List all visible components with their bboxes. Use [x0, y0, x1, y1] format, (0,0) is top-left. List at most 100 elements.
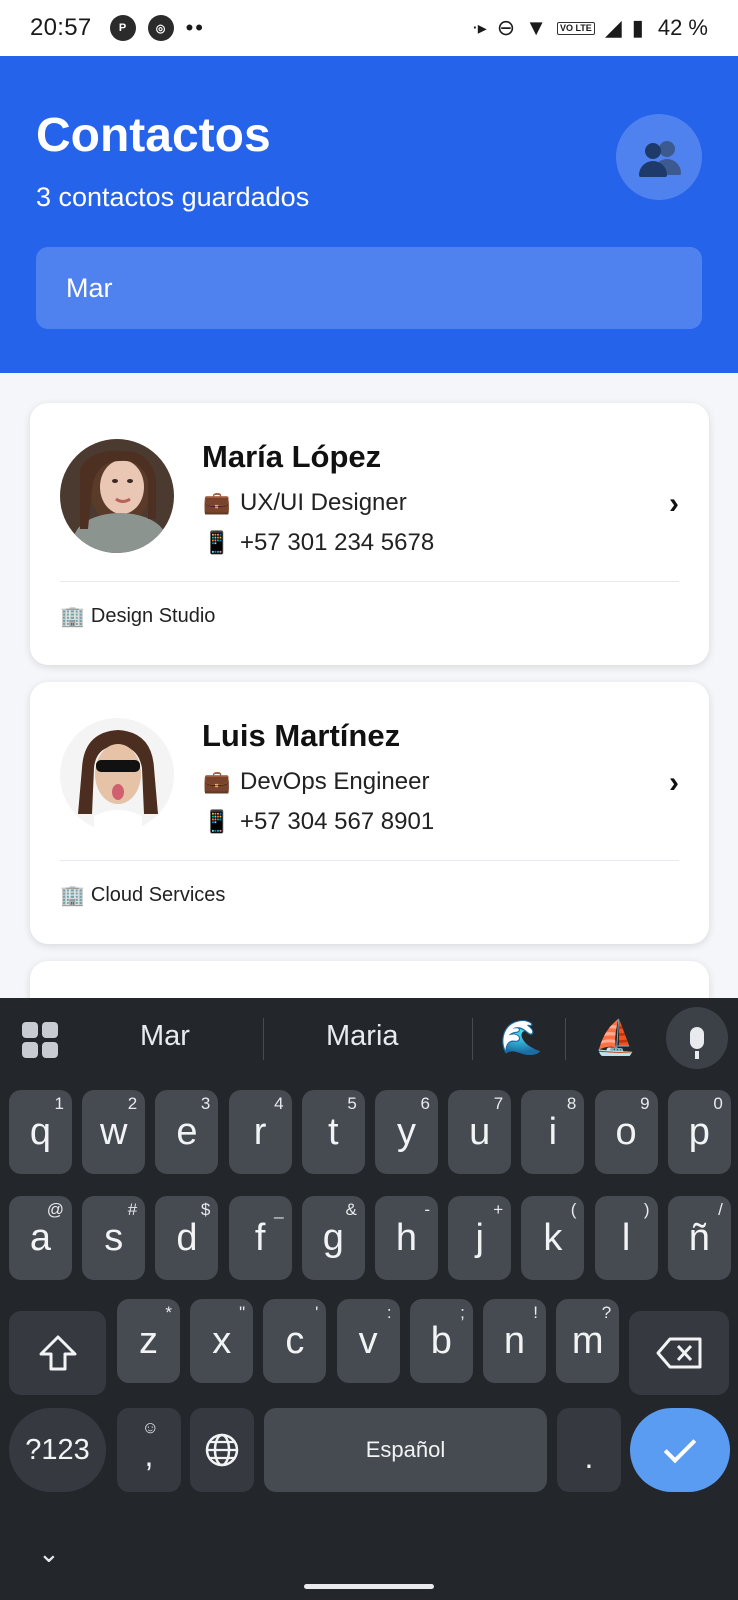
symbols-key[interactable]: ?123	[9, 1408, 106, 1492]
key-m[interactable]: m?	[556, 1299, 620, 1383]
key-c[interactable]: c '	[263, 1299, 327, 1383]
key-d[interactable]: d $	[155, 1196, 219, 1280]
key-y[interactable]: y6	[375, 1090, 438, 1174]
app-p-icon: P	[109, 15, 136, 41]
search-input[interactable]	[36, 247, 702, 329]
key-x[interactable]: x "	[190, 1299, 254, 1383]
key-q[interactable]: q1	[9, 1090, 72, 1174]
key-a[interactable]: a @	[9, 1196, 72, 1280]
key-f[interactable]: f _	[228, 1196, 292, 1280]
app-circle-icon: ◎	[147, 15, 174, 41]
key-e[interactable]: e3	[155, 1090, 219, 1174]
contact-phone-row: 📱 +57 301 234 5678	[202, 529, 434, 557]
contact-company: Cloud Services	[90, 884, 226, 906]
shift-key[interactable]	[9, 1311, 106, 1395]
soft-keyboard: Mar Maria 🌊 ⛵ q1w2e3r4t5y6u7i8o9p0 a @ s # d…	[0, 998, 738, 1600]
key-letter: b	[430, 1319, 452, 1362]
gesture-nav-bar[interactable]	[304, 1584, 434, 1589]
key-h[interactable]: h-	[375, 1196, 438, 1280]
key-i[interactable]: i8	[521, 1090, 585, 1174]
key-letter: j	[475, 1216, 484, 1259]
contact-avatar	[60, 718, 174, 832]
key-letter: c	[285, 1319, 305, 1362]
period-label: .	[584, 1438, 594, 1475]
key-hint: ;	[460, 1303, 465, 1322]
key-k[interactable]: k(	[521, 1196, 585, 1280]
key-u[interactable]: u7	[448, 1090, 512, 1174]
check-icon	[663, 1430, 697, 1464]
key-letter: p	[688, 1110, 710, 1153]
key-hint: !	[533, 1303, 538, 1322]
key-o[interactable]: o9	[594, 1090, 658, 1174]
building-icon: 🏢	[60, 885, 85, 907]
key-hint: 0	[713, 1094, 723, 1113]
key-hint: 2	[127, 1094, 138, 1113]
key-z[interactable]: z *	[117, 1299, 180, 1383]
briefcase-icon: 💼	[203, 769, 231, 794]
vibrate-icon: ⋅▸	[471, 17, 487, 38]
key-letter: i	[548, 1110, 558, 1153]
key-p[interactable]: p0	[667, 1090, 731, 1174]
key-r[interactable]: r4	[228, 1090, 292, 1174]
signal-icon: ◢	[604, 15, 622, 40]
chevron-right-icon[interactable]: ›	[669, 766, 679, 800]
sailboat-emoji-suggestion[interactable]: ⛵	[594, 1018, 636, 1058]
card-divider	[60, 581, 679, 582]
volte-icon: VO LTE	[556, 21, 595, 35]
key-hint: 5	[347, 1094, 357, 1113]
contact-card[interactable]: María López 💼 UX/UI Designer 📱 +57 301 2…	[30, 403, 709, 665]
suggestion-word[interactable]: Mar	[140, 1020, 190, 1053]
suggestion-divider	[263, 1018, 264, 1060]
key-n[interactable]: n!	[483, 1299, 546, 1383]
backspace-key[interactable]	[629, 1311, 729, 1395]
key-hint: 4	[274, 1094, 284, 1113]
language-key[interactable]	[190, 1408, 254, 1492]
shift-icon	[39, 1335, 76, 1371]
period-key[interactable]: .	[557, 1408, 621, 1492]
key-hint: 7	[493, 1094, 504, 1113]
chevron-down-icon[interactable]: ⌄	[38, 1538, 60, 1569]
smiley-icon: ☺	[141, 1418, 159, 1437]
key-letter: ñ	[688, 1216, 710, 1259]
key-t[interactable]: t5	[301, 1090, 365, 1174]
key-letter: k	[543, 1216, 563, 1259]
microphone-button[interactable]	[666, 1007, 728, 1069]
contact-company-row: 🏢 Design Studio	[60, 604, 215, 629]
key-s[interactable]: s #	[82, 1196, 146, 1280]
enter-key[interactable]	[630, 1408, 730, 1492]
chevron-right-icon[interactable]: ›	[669, 487, 679, 521]
contact-phone: +57 301 234 5678	[240, 529, 435, 556]
key-w[interactable]: w2	[82, 1090, 146, 1174]
contact-card[interactable]	[30, 961, 709, 998]
key-hint: 3	[200, 1094, 211, 1113]
key-hint: )	[643, 1200, 650, 1219]
key-hint: *	[165, 1303, 172, 1322]
key-letter: z	[139, 1319, 158, 1362]
contacts-profile-button[interactable]	[616, 114, 702, 200]
key-letter: y	[397, 1110, 416, 1153]
key-g[interactable]: g &	[301, 1196, 365, 1280]
apps-grid-icon[interactable]	[22, 1022, 58, 1058]
key-b[interactable]: b;	[409, 1299, 473, 1383]
key-letter: t	[328, 1110, 339, 1153]
space-key[interactable]: Español	[264, 1408, 547, 1492]
suggestion-word[interactable]: Maria	[326, 1020, 399, 1053]
key-letter: f	[254, 1216, 266, 1259]
key-hint: (	[570, 1200, 577, 1219]
key-l[interactable]: l)	[594, 1196, 658, 1280]
key-j[interactable]: j +	[448, 1196, 512, 1280]
contacts-count: 3 contactos guardados	[36, 182, 310, 212]
emoji-comma-key[interactable]: , ☺	[117, 1408, 181, 1492]
battery-icon: ▮	[631, 15, 644, 40]
battery-percent: 42 %	[657, 15, 708, 40]
key-letter: n	[503, 1319, 526, 1362]
contact-card[interactable]: Luis Martínez 💼 DevOps Engineer 📱 +57 30…	[30, 682, 709, 944]
key-letter: w	[99, 1110, 128, 1153]
suggestion-bar: Mar Maria 🌊 ⛵	[0, 998, 738, 1080]
key-v[interactable]: v:	[336, 1299, 400, 1383]
key-ñ[interactable]: ñ /	[667, 1196, 731, 1280]
key-letter: e	[176, 1110, 198, 1153]
wave-emoji-suggestion[interactable]: 🌊	[500, 1018, 542, 1058]
key-letter: h	[395, 1216, 418, 1259]
key-letter: a	[29, 1216, 52, 1259]
